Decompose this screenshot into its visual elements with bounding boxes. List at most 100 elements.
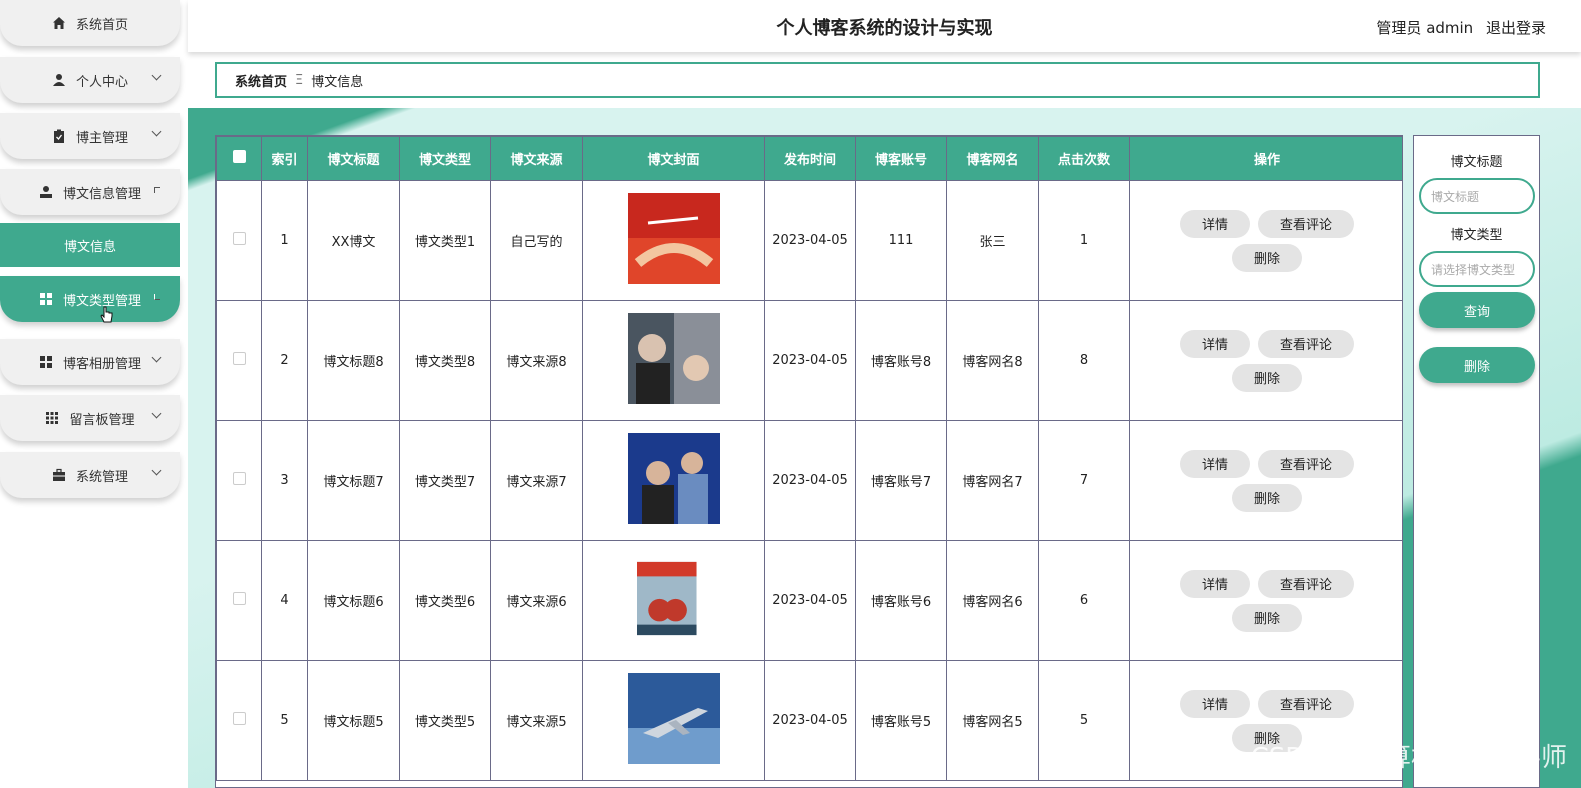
sidebar-subitem-blog-info[interactable]: 博文信息 (0, 223, 180, 267)
cover-image (627, 673, 720, 764)
cell-nickname: 博客网名7 (946, 420, 1039, 541)
app-root: 系统首页 个人中心 博主管理 博文信息管理 博文信息 博文类型管理 博客相册管理… (0, 0, 1581, 788)
cell-title: 博文标题5 (307, 660, 400, 781)
sidebar-item-label: 系统管理 (75, 469, 128, 485)
view-comments-button[interactable]: 查看评论 (1258, 569, 1355, 598)
cell-cover (582, 540, 765, 661)
col-header: 博文来源 (490, 136, 583, 181)
title-search-label: 博文标题 (1450, 155, 1503, 170)
cell-account: 111 (855, 180, 947, 301)
batch-delete-button[interactable]: 删除 (1419, 347, 1535, 383)
col-header: 点击次数 (1038, 136, 1130, 181)
sidebar-item-home[interactable]: 系统首页 (0, 0, 180, 46)
cell-actions: 详情 查看评论 删除 (1129, 420, 1402, 541)
sidebar-item-message-board[interactable]: 留言板管理 (0, 395, 180, 441)
cell-title: 博文标题6 (307, 540, 400, 661)
cell-cover (582, 300, 765, 421)
sidebar-item-label: 系统首页 (75, 17, 128, 33)
delete-button[interactable]: 删除 (1231, 243, 1302, 272)
type-search-label: 博文类型 (1450, 228, 1503, 243)
detail-button[interactable]: 详情 (1179, 449, 1250, 478)
query-button[interactable]: 查询 (1419, 292, 1535, 328)
cover-image (627, 433, 720, 524)
sidebar-item-system-management[interactable]: 系统管理 (0, 452, 180, 498)
row-checkbox[interactable] (232, 232, 246, 245)
breadcrumb-home[interactable]: 系统首页 (235, 71, 287, 90)
breadcrumb: 系统首页 Ξ 博文信息 (215, 62, 1540, 98)
delete-button[interactable]: 删除 (1231, 363, 1302, 392)
cell-title: 博文标题7 (307, 420, 400, 541)
select-all-header[interactable] (216, 136, 262, 181)
detail-button[interactable]: 详情 (1179, 329, 1250, 358)
detail-button[interactable]: 详情 (1179, 209, 1250, 238)
sidebar-item-blog-type-management[interactable]: 博文类型管理 (0, 276, 180, 323)
chevron-down-icon (151, 352, 162, 363)
grid-icon (39, 355, 53, 369)
cell-source: 博文来源8 (490, 300, 583, 421)
col-header: 操作 (1129, 136, 1402, 181)
cell-date: 2023-04-05 (764, 660, 856, 781)
chevron-down-icon (151, 70, 162, 81)
cell-actions: 详情 查看评论 删除 (1129, 540, 1402, 661)
cell-cover (582, 660, 765, 781)
grid-icon (39, 292, 53, 306)
cell-cover (582, 180, 765, 301)
cell-cover (582, 420, 765, 541)
delete-button[interactable]: 删除 (1231, 603, 1302, 632)
sidebar-item-blogger-management[interactable]: 博主管理 (0, 113, 180, 159)
cell-source: 自己写的 (490, 180, 583, 301)
row-checkbox[interactable] (232, 472, 246, 485)
cell-type: 博文类型8 (399, 300, 491, 421)
row-checkbox[interactable] (232, 712, 246, 725)
cell-index: 3 (261, 420, 308, 541)
sidebar: 系统首页 个人中心 博主管理 博文信息管理 博文信息 博文类型管理 博客相册管理… (0, 0, 188, 788)
cell-index: 2 (261, 300, 308, 421)
type-select[interactable]: 请选择博文类型 (1419, 251, 1535, 287)
cell-clicks: 1 (1038, 180, 1130, 301)
cover-image (627, 313, 720, 404)
table-row: 2 博文标题8 博文类型8 博文来源8 2023-04-05 博客账号8 博客网… (216, 300, 1402, 421)
sidebar-item-label: 博文信息管理 (62, 186, 141, 202)
detail-button[interactable]: 详情 (1179, 689, 1250, 718)
cell-account: 博客账号7 (855, 420, 947, 541)
title-search-input[interactable]: 博文标题 (1419, 178, 1535, 214)
table-row: 3 博文标题7 博文类型7 博文来源7 2023-04-05 博客账号7 博客网… (216, 420, 1402, 541)
view-comments-button[interactable]: 查看评论 (1258, 689, 1355, 718)
select-all-checkbox[interactable] (232, 150, 246, 163)
cell-type: 博文类型7 (399, 420, 491, 541)
detail-button[interactable]: 详情 (1179, 569, 1250, 598)
person-icon (39, 185, 53, 199)
row-checkbox[interactable] (232, 352, 246, 365)
view-comments-button[interactable]: 查看评论 (1258, 449, 1355, 478)
cell-date: 2023-04-05 (764, 300, 856, 421)
col-header: 博文标题 (307, 136, 400, 181)
cell-title: XX博文 (307, 180, 400, 301)
home-icon (52, 16, 66, 30)
table-row: 5 博文标题5 博文类型5 博文来源5 2023-04-05 博客账号5 博客网… (216, 660, 1402, 781)
cell-title: 博文标题8 (307, 300, 400, 421)
sidebar-item-label: 博主管理 (75, 130, 128, 146)
cell-actions: 详情 查看评论 删除 (1129, 300, 1402, 421)
cell-source: 博文来源7 (490, 420, 583, 541)
logout-link[interactable]: 退出登录 (1486, 19, 1546, 37)
cell-actions: 详情 查看评论 删除 (1129, 180, 1402, 301)
view-comments-button[interactable]: 查看评论 (1258, 329, 1355, 358)
collapse-icon (154, 187, 160, 193)
cell-source: 博文来源5 (490, 660, 583, 781)
cell-clicks: 6 (1038, 540, 1130, 661)
sidebar-item-blog-info-management[interactable]: 博文信息管理 (0, 169, 180, 215)
sidebar-item-label: 个人中心 (75, 74, 128, 90)
search-panel: 博文标题 博文标题 博文类型 请选择博文类型 查询 删除 (1413, 135, 1540, 788)
col-header: 博文封面 (582, 136, 765, 181)
view-comments-button[interactable]: 查看评论 (1258, 209, 1355, 238)
cell-clicks: 5 (1038, 660, 1130, 781)
cell-clicks: 7 (1038, 420, 1130, 541)
delete-button[interactable]: 删除 (1231, 483, 1302, 512)
chevron-down-icon (151, 126, 162, 137)
blog-table: 索引 博文标题 博文类型 博文来源 博文封面 发布时间 博客账号 博客网名 点击… (216, 136, 1402, 781)
sidebar-item-personal-center[interactable]: 个人中心 (0, 57, 180, 103)
chevron-down-icon (151, 408, 162, 419)
row-checkbox[interactable] (232, 592, 246, 605)
col-header: 博文类型 (399, 136, 491, 181)
sidebar-item-album-management[interactable]: 博客相册管理 (0, 339, 180, 385)
